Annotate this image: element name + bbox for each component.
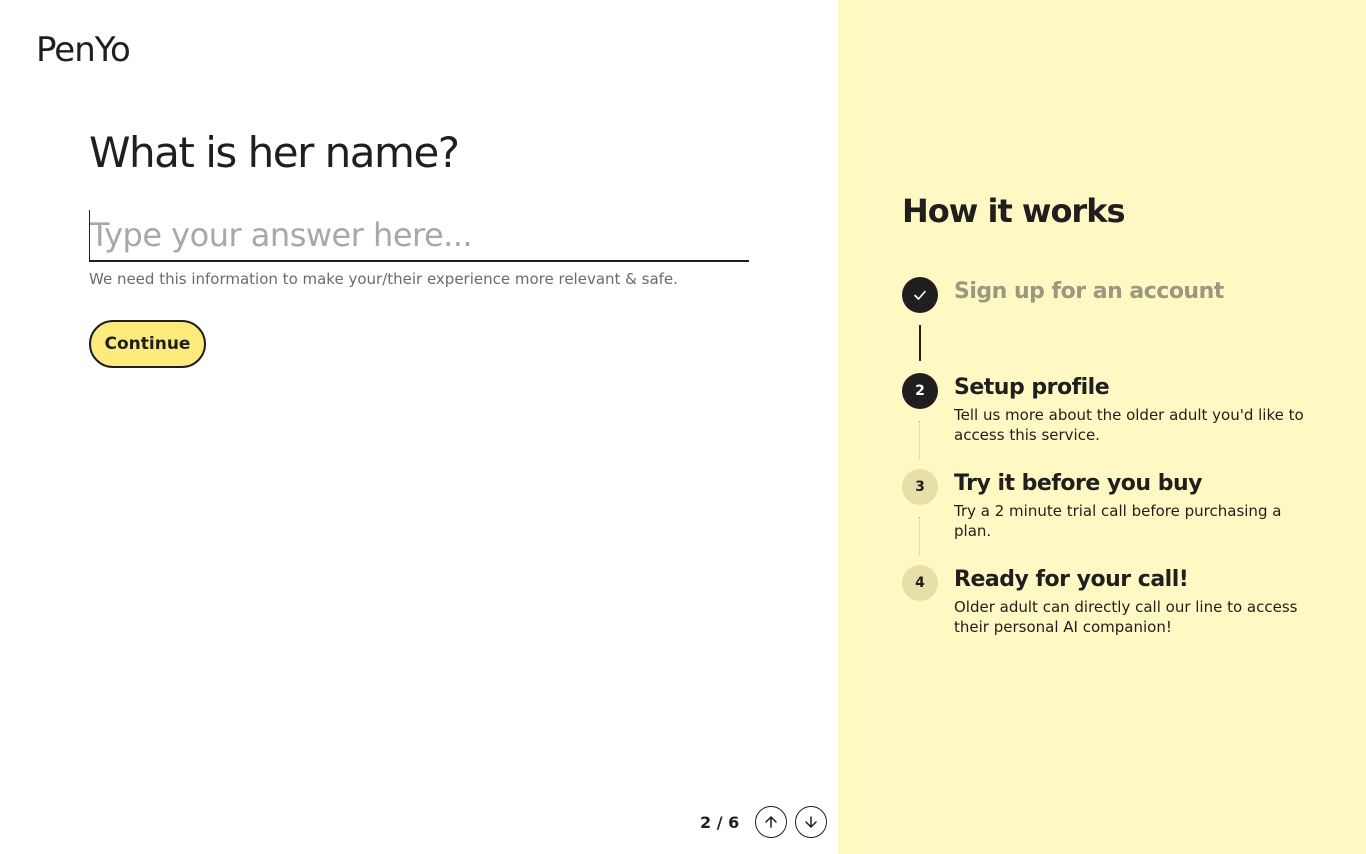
page-indicator: 2 / 6 — [700, 812, 740, 832]
how-it-works-title: How it works — [902, 192, 1126, 230]
arrow-down-icon — [805, 816, 817, 828]
previous-question-button[interactable] — [755, 806, 788, 838]
step-connector-1 — [919, 325, 921, 361]
answer-input[interactable] — [89, 210, 749, 260]
answer-field-wrapper — [89, 210, 749, 262]
next-question-button[interactable] — [795, 806, 828, 838]
step-connector-3 — [919, 517, 920, 555]
step-3-description: Try a 2 minute trial call before purchas… — [954, 502, 1282, 540]
step-1-circle — [902, 277, 938, 313]
form-panel: PenYo What is her name? We need this inf… — [0, 0, 838, 854]
step-2-description: Tell us more about the older adult you'd… — [954, 406, 1304, 444]
step-1-title: Sign up for an account — [954, 279, 1224, 304]
step-3-circle: 3 — [902, 469, 938, 505]
step-2-circle: 2 — [902, 373, 938, 409]
step-2-title: Setup profile — [954, 375, 1110, 400]
pagination: 2 / 6 — [700, 806, 835, 838]
step-4-description: Older adult can directly call our line t… — [954, 598, 1298, 636]
how-it-works-panel: How it works Sign up for an account 2 Se… — [838, 0, 1366, 854]
helper-text: We need this information to make your/th… — [89, 270, 678, 288]
step-3-title: Try it before you buy — [954, 471, 1202, 496]
question-heading: What is her name? — [89, 128, 460, 177]
step-4-circle: 4 — [902, 565, 938, 601]
step-4-title: Ready for your call! — [954, 567, 1189, 592]
step-connector-2 — [919, 421, 920, 459]
continue-button[interactable]: Continue — [89, 320, 206, 368]
arrow-up-icon — [765, 816, 777, 828]
penyo-logo[interactable]: PenYo — [36, 30, 131, 70]
checkmark-icon — [914, 290, 926, 300]
